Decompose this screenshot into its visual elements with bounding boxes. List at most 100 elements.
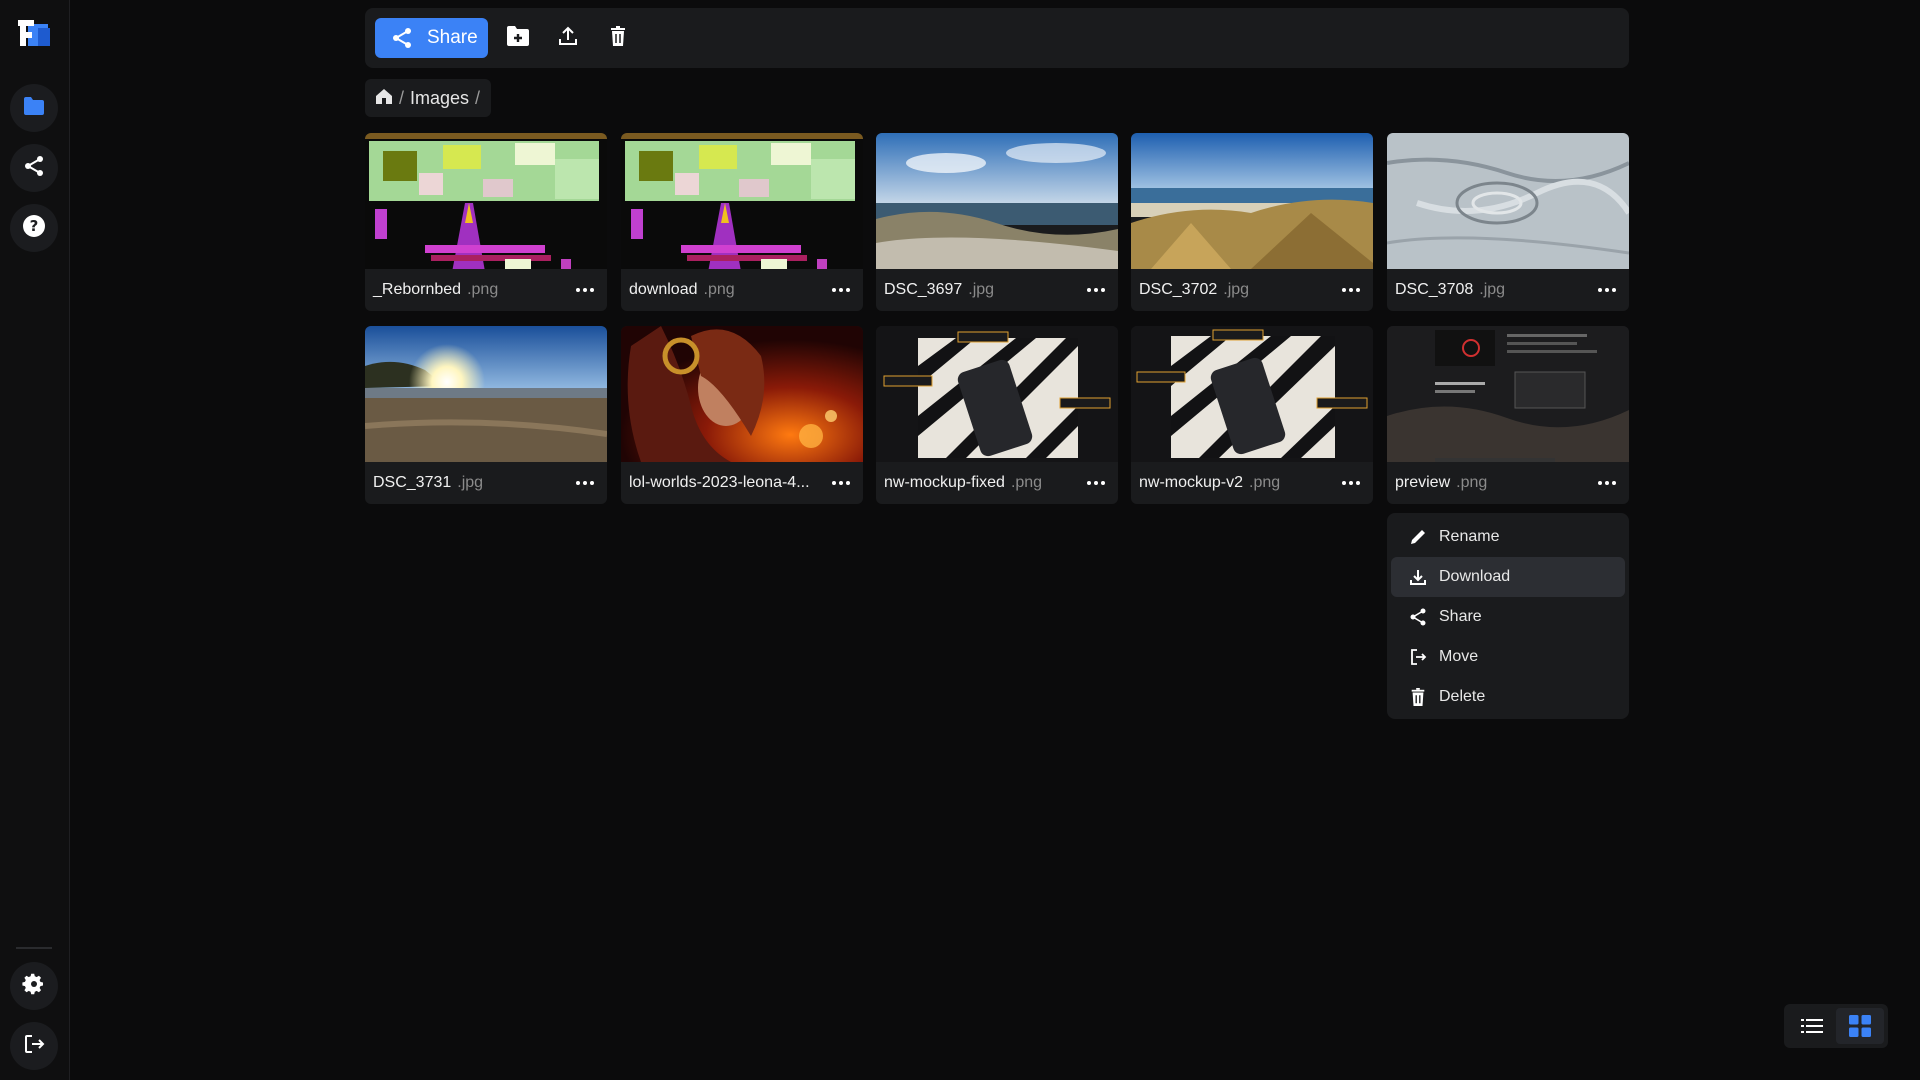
share-button[interactable]: Share — [375, 18, 488, 58]
more-options-icon[interactable] — [1595, 278, 1619, 302]
toolbar: Share — [365, 8, 1629, 68]
file-thumbnail — [1387, 133, 1629, 269]
file-name: DSC_3731 — [373, 474, 452, 491]
file-name: nw-mockup-fixed — [884, 474, 1005, 491]
sidebar-divider — [16, 947, 52, 949]
trash-icon — [1411, 688, 1425, 706]
file-card-footer: DSC_3697 .jpg — [876, 269, 1118, 311]
file-name: nw-mockup-v2 — [1139, 474, 1244, 491]
help-icon: ? — [22, 214, 46, 243]
file-name: lol-worlds-2023-leona-4... — [629, 474, 810, 491]
trash-icon — [609, 25, 627, 51]
sidebar-item-files[interactable] — [10, 84, 58, 132]
new-folder-icon — [506, 25, 530, 51]
file-thumbnail — [621, 326, 863, 462]
menu-item-label: Rename — [1439, 528, 1500, 545]
menu-item-delete[interactable]: Delete — [1391, 677, 1625, 717]
file-card[interactable]: DSC_3702 .jpg — [1131, 133, 1373, 311]
menu-item-download[interactable]: Download — [1391, 557, 1625, 597]
menu-item-rename[interactable]: Rename — [1391, 517, 1625, 557]
folder-icon — [23, 96, 45, 120]
file-card[interactable]: nw-mockup-v2 .png — [1131, 326, 1373, 504]
file-card[interactable]: _Rebornbed .png — [365, 133, 607, 311]
menu-item-label: Move — [1439, 648, 1479, 665]
settings-icon — [22, 972, 46, 1001]
share-icon — [393, 28, 411, 48]
file-card[interactable]: lol-worlds-2023-leona-4... — [621, 326, 863, 504]
file-name: DSC_3702 — [1139, 281, 1218, 298]
upload-button[interactable] — [552, 22, 584, 54]
file-card[interactable]: DSC_3708 .jpg — [1387, 133, 1629, 311]
menu-item-label: Share — [1439, 608, 1482, 625]
move-icon — [1411, 649, 1427, 665]
file-thumbnail — [876, 326, 1118, 462]
list-view-icon — [1801, 1019, 1823, 1033]
file-thumbnail — [365, 133, 607, 269]
file-card[interactable]: nw-mockup-fixed .png — [876, 326, 1118, 504]
file-card-footer: nw-mockup-fixed .png — [876, 462, 1118, 504]
file-extension: .png — [467, 281, 499, 298]
file-thumbnail — [1131, 326, 1373, 462]
file-name: DSC_3708 — [1395, 281, 1474, 298]
file-extension: .jpg — [457, 474, 484, 491]
logout-icon — [23, 1033, 45, 1060]
sidebar-item-help[interactable]: ? — [10, 204, 58, 252]
share-icon — [1410, 608, 1426, 626]
pencil-icon — [1411, 530, 1425, 544]
file-card[interactable]: DSC_3731 .jpg — [365, 326, 607, 504]
home-icon[interactable] — [375, 87, 393, 110]
file-name: preview — [1395, 474, 1451, 491]
sidebar-item-settings[interactable] — [10, 962, 58, 1010]
download-icon — [1410, 570, 1426, 585]
sidebar-item-logout[interactable] — [10, 1022, 58, 1070]
breadcrumb: / Images / — [365, 79, 491, 117]
more-options-icon[interactable] — [829, 471, 853, 495]
share-icon — [23, 155, 45, 182]
more-options-icon[interactable] — [1339, 278, 1363, 302]
file-card-footer: nw-mockup-v2 .png — [1131, 462, 1373, 504]
sidebar: ? — [0, 0, 70, 1080]
more-options-icon[interactable] — [1084, 278, 1108, 302]
file-name: _Rebornbed — [373, 281, 462, 298]
grid-view-icon — [1849, 1015, 1871, 1037]
sidebar-item-shared[interactable] — [10, 144, 58, 192]
breadcrumb-separator: / — [399, 87, 405, 108]
breadcrumb-separator: / — [475, 87, 481, 108]
more-options-icon[interactable] — [573, 471, 597, 495]
file-context-menu: Rename Download Share Move Delete — [1387, 513, 1629, 719]
more-options-icon[interactable] — [573, 278, 597, 302]
menu-item-share[interactable]: Share — [1391, 597, 1625, 637]
breadcrumb-item-images[interactable]: Images — [410, 88, 469, 109]
file-extension: .png — [1249, 474, 1281, 491]
file-extension: .jpg — [1479, 281, 1506, 298]
more-options-icon[interactable] — [829, 278, 853, 302]
file-name: DSC_3697 — [884, 281, 963, 298]
file-extension: .png — [1456, 474, 1488, 491]
more-options-icon[interactable] — [1084, 471, 1108, 495]
file-thumbnail — [1131, 133, 1373, 269]
file-card-footer: preview .png — [1387, 462, 1629, 504]
more-options-icon[interactable] — [1339, 471, 1363, 495]
list-view-button[interactable] — [1788, 1008, 1836, 1044]
file-thumbnail — [365, 326, 607, 462]
file-card[interactable]: download .png — [621, 133, 863, 311]
more-options-icon[interactable] — [1595, 471, 1619, 495]
upload-icon — [557, 25, 579, 52]
menu-item-move[interactable]: Move — [1391, 637, 1625, 677]
file-name: download — [629, 281, 698, 298]
file-card[interactable]: DSC_3697 .jpg — [876, 133, 1118, 311]
app-logo-icon[interactable] — [16, 18, 52, 48]
file-card[interactable]: preview .png — [1387, 326, 1629, 504]
file-card-footer: _Rebornbed .png — [365, 269, 607, 311]
menu-item-label: Delete — [1439, 688, 1486, 705]
file-thumbnail — [621, 133, 863, 269]
file-card-footer: DSC_3708 .jpg — [1387, 269, 1629, 311]
file-thumbnail — [1387, 326, 1629, 462]
file-extension: .jpg — [968, 281, 995, 298]
new-folder-button[interactable] — [502, 22, 534, 54]
grid-view-button[interactable] — [1836, 1008, 1884, 1044]
file-extension: .png — [1010, 474, 1043, 491]
delete-button[interactable] — [602, 22, 634, 54]
file-extension: .png — [703, 281, 735, 298]
menu-item-label: Download — [1439, 568, 1511, 585]
